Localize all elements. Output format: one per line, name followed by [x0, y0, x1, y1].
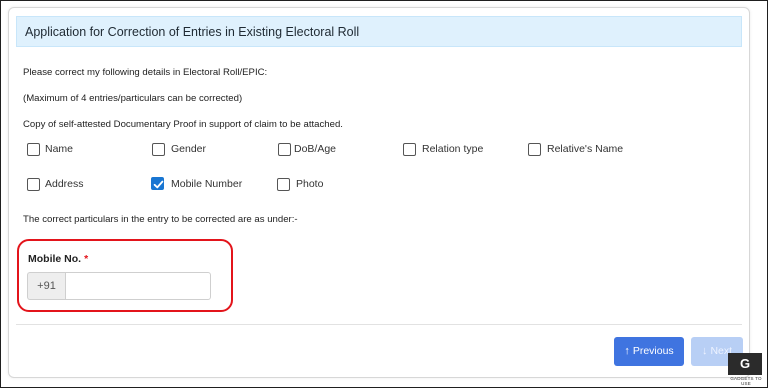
- checkbox-label-address: Address: [45, 178, 84, 190]
- form-title: Application for Correction of Entries in…: [25, 25, 360, 39]
- checkbox-relation-type[interactable]: [403, 143, 416, 156]
- particulars-text: The correct particulars in the entry to …: [23, 214, 298, 225]
- checkbox-name[interactable]: [27, 143, 40, 156]
- checkbox-label-mobile-number: Mobile Number: [171, 178, 243, 190]
- checkbox-label-relation-type: Relation type: [422, 143, 484, 155]
- checkbox-label-photo: Photo: [296, 178, 324, 190]
- watermark-logo-mark: G: [728, 353, 762, 375]
- intro-line-2: (Maximum of 4 entries/particulars can be…: [23, 93, 243, 104]
- mobile-number-input[interactable]: [65, 272, 211, 300]
- intro-line-1: Please correct my following details in E…: [23, 67, 268, 78]
- mobile-label-text: Mobile No.: [28, 253, 82, 265]
- checkmark-icon: [153, 180, 164, 189]
- watermark-caption: GADGETS TO USE: [730, 376, 762, 386]
- previous-label: Previous: [632, 345, 674, 357]
- footer-divider: [16, 324, 742, 325]
- form-card: [8, 7, 750, 378]
- arrow-up-icon: ↑: [624, 345, 630, 357]
- checkbox-label-dob-age: DoB/Age: [294, 143, 337, 155]
- previous-button[interactable]: ↑ Previous: [614, 337, 684, 366]
- checkbox-label-gender: Gender: [171, 143, 207, 155]
- country-code-prefix: +91: [27, 272, 65, 300]
- checkbox-dob-age[interactable]: [278, 143, 291, 156]
- checkbox-gender[interactable]: [152, 143, 165, 156]
- form-header: Application for Correction of Entries in…: [16, 16, 742, 47]
- checkbox-photo[interactable]: [277, 178, 290, 191]
- checkbox-label-relatives-name: Relative's Name: [547, 143, 624, 155]
- mobile-label: Mobile No. *: [28, 253, 88, 265]
- checkbox-label-name: Name: [45, 143, 74, 155]
- checkbox-address[interactable]: [27, 178, 40, 191]
- checkbox-relatives-name[interactable]: [528, 143, 541, 156]
- intro-line-3: Copy of self-attested Documentary Proof …: [23, 119, 343, 130]
- arrow-down-icon: ↓: [701, 345, 708, 357]
- checkbox-mobile-number[interactable]: [151, 177, 164, 190]
- required-marker: *: [84, 253, 89, 265]
- watermark-logo: G GADGETS TO USE: [728, 353, 764, 386]
